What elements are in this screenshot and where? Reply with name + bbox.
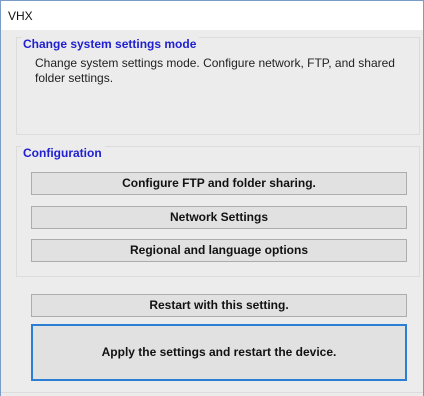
apply-restart-button[interactable]: Apply the settings and restart the devic… bbox=[31, 324, 407, 381]
configure-ftp-button[interactable]: Configure FTP and folder sharing. bbox=[31, 172, 407, 195]
bottom-divider bbox=[1, 392, 423, 393]
title-bar: VHX bbox=[1, 0, 423, 30]
regional-language-button[interactable]: Regional and language options bbox=[31, 239, 407, 262]
configuration-group-label: Configuration bbox=[22, 146, 105, 160]
change-mode-group-label: Change system settings mode bbox=[22, 37, 200, 51]
network-settings-button[interactable]: Network Settings bbox=[31, 206, 407, 229]
settings-window: VHX Change system settings mode Change s… bbox=[0, 0, 424, 396]
restart-button[interactable]: Restart with this setting. bbox=[31, 294, 407, 317]
window-title: VHX bbox=[8, 9, 33, 23]
change-mode-description: Change system settings mode. Configure n… bbox=[35, 56, 395, 85]
change-mode-group: Change system settings mode Change syste… bbox=[16, 37, 420, 135]
